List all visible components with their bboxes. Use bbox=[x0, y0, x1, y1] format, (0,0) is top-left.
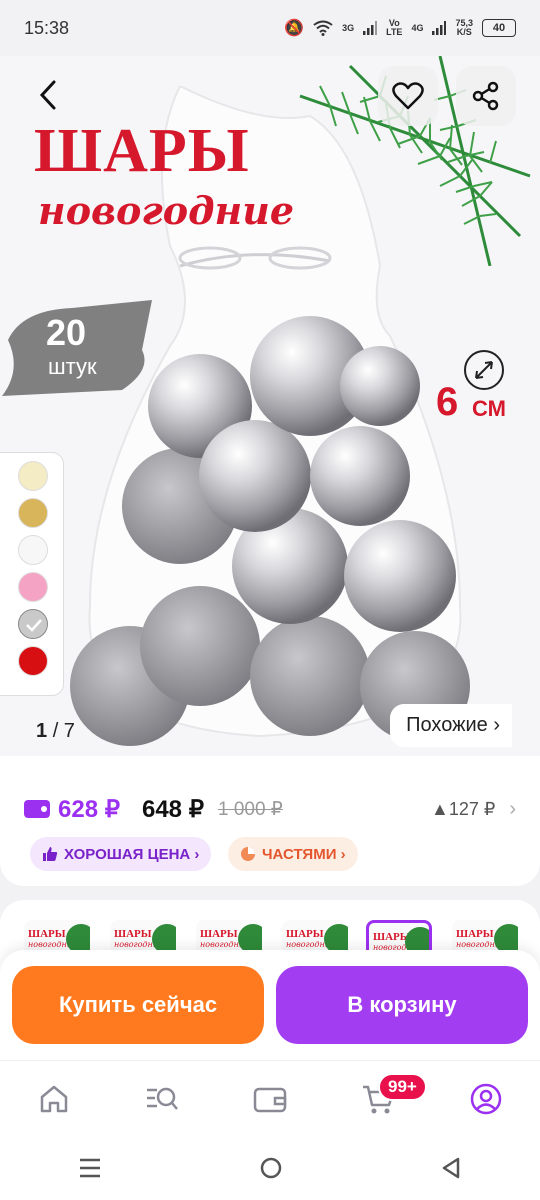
color-swatch[interactable] bbox=[18, 535, 48, 565]
nav-profile[interactable] bbox=[456, 1069, 516, 1129]
bottom-nav: 99+ bbox=[0, 1060, 540, 1136]
home-icon bbox=[40, 1085, 68, 1112]
share-icon bbox=[472, 81, 499, 111]
color-swatch[interactable] bbox=[18, 646, 48, 676]
price-drop[interactable]: ▲127 ₽ bbox=[431, 799, 495, 820]
profile-icon bbox=[470, 1083, 502, 1114]
count-word: штук bbox=[48, 354, 97, 379]
count-number: 20 bbox=[46, 312, 87, 353]
back-triangle-icon[interactable] bbox=[440, 1156, 462, 1180]
recent-apps-icon[interactable] bbox=[78, 1157, 102, 1179]
color-swatch[interactable] bbox=[18, 461, 48, 491]
image-pager: 1 / 7 bbox=[36, 720, 75, 742]
battery-icon: 40 bbox=[482, 19, 516, 37]
buy-now-button[interactable]: Купить сейчас bbox=[12, 966, 264, 1044]
catalog-search-icon bbox=[147, 1087, 178, 1110]
product-screen: 15:38 🔕 3G Vo LTE 4G 75,3 K/S 40 ШАРЫ но… bbox=[0, 0, 540, 1200]
status-time: 15:38 bbox=[24, 17, 70, 38]
pie-chart-icon bbox=[241, 847, 255, 861]
mute-icon: 🔕 bbox=[284, 20, 305, 37]
good-price-chip[interactable]: ХОРОШАЯ ЦЕНА › bbox=[30, 837, 212, 871]
color-swatch[interactable] bbox=[18, 572, 48, 602]
wallet-nav-icon bbox=[253, 1087, 287, 1112]
action-bar: Купить сейчас В корзину bbox=[0, 950, 540, 1060]
system-nav bbox=[0, 1136, 540, 1200]
size-unit: СМ bbox=[472, 396, 506, 421]
heart-icon bbox=[392, 82, 424, 110]
checkmark-icon bbox=[26, 619, 42, 632]
wallet-icon bbox=[24, 800, 50, 818]
cart-count-badge: 99+ bbox=[378, 1072, 427, 1101]
nav-wallet[interactable] bbox=[240, 1069, 300, 1129]
current-price: 648 ₽ bbox=[141, 795, 204, 823]
nav-cart[interactable]: 99+ bbox=[348, 1069, 427, 1129]
home-circle-icon[interactable] bbox=[259, 1156, 283, 1180]
favorite-button[interactable] bbox=[378, 66, 438, 126]
color-swatch[interactable] bbox=[18, 609, 48, 639]
nav-home[interactable] bbox=[24, 1069, 84, 1129]
thumbs-up-icon bbox=[43, 847, 58, 861]
image-title: ШАРЫ bbox=[34, 117, 250, 185]
product-gallery[interactable]: ШАРЫ новогодние 20 штук 6 СМ 1 / 7 Похож… bbox=[0, 56, 540, 756]
add-to-cart-button[interactable]: В корзину bbox=[276, 966, 528, 1044]
image-subtitle: новогодние bbox=[38, 188, 294, 233]
signal-icon bbox=[363, 21, 378, 35]
installments-label: ЧАСТЯМИ › bbox=[262, 845, 346, 863]
good-price-label: ХОРОШАЯ ЦЕНА › bbox=[64, 845, 200, 863]
color-swatches bbox=[0, 452, 64, 696]
network-3g: 3G bbox=[342, 22, 355, 33]
chevron-right-icon[interactable]: › bbox=[509, 798, 516, 821]
share-button[interactable] bbox=[456, 66, 516, 126]
chevron-left-icon bbox=[39, 80, 56, 110]
size-number: 6 bbox=[436, 380, 459, 424]
wifi-icon bbox=[313, 20, 333, 36]
status-bar: 15:38 🔕 3G Vo LTE 4G 75,3 K/S 40 bbox=[0, 0, 540, 56]
signal-icon-2 bbox=[432, 21, 447, 35]
back-button[interactable] bbox=[34, 78, 74, 118]
installments-chip[interactable]: ЧАСТЯМИ › bbox=[228, 837, 358, 871]
wallet-price: 628 ₽ bbox=[58, 795, 120, 823]
network-4g: 4G bbox=[411, 22, 424, 33]
nav-catalog[interactable] bbox=[132, 1069, 192, 1129]
color-swatch[interactable] bbox=[18, 498, 48, 528]
similar-button[interactable]: Похожие › bbox=[390, 704, 512, 747]
volte-indicator: Vo LTE bbox=[386, 18, 403, 37]
net-speed: 75,3 K/S bbox=[455, 18, 473, 37]
diameter-icon bbox=[464, 350, 504, 390]
price-card: 628 ₽ 648 ₽ 1 000 ₽ ▲127 ₽ › ХОРОШАЯ ЦЕН… bbox=[0, 756, 540, 886]
old-price: 1 000 ₽ bbox=[217, 798, 283, 820]
status-icons: 🔕 3G Vo LTE 4G 75,3 K/S 40 bbox=[284, 18, 516, 38]
price-row: 628 ₽ 648 ₽ 1 000 ₽ ▲127 ₽ › bbox=[24, 794, 516, 824]
